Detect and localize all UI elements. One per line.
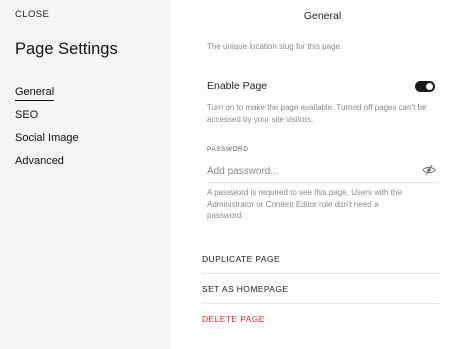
nav-item-label: Social Image [15,132,79,144]
delete-page-button[interactable]: DELETE PAGE [202,314,439,324]
nav-item-seo[interactable]: SEO [15,108,79,131]
slug-description: The unique location slug for this page. [207,42,343,51]
sidebar: CLOSE Page Settings General SEO Social I… [0,0,171,349]
enable-page-label: Enable Page [207,80,268,92]
section-header: General [303,10,342,22]
nav-item-label: General [15,85,55,101]
password-description: A password is required to see this page.… [207,188,402,220]
settings-content: General The unique location slug for thi… [171,0,474,349]
enable-page-description: Turn on to make the page available. Turn… [207,103,427,124]
divider [202,273,439,274]
enable-page-toggle[interactable] [415,81,435,92]
panel-title: Page Settings [15,40,118,58]
settings-nav: General SEO Social Image Advanced [15,85,79,177]
nav-item-general[interactable]: General [15,85,79,108]
close-button[interactable]: CLOSE [15,9,49,20]
duplicate-page-button[interactable]: DUPLICATE PAGE [202,254,439,264]
toggle-knob [426,83,433,90]
set-homepage-button[interactable]: SET AS HOMEPAGE [202,284,439,294]
eye-slash-icon[interactable] [422,164,436,176]
nav-item-label: Advanced [15,155,64,167]
divider [202,303,439,304]
nav-item-label: SEO [15,109,39,121]
password-input[interactable] [207,160,437,183]
page-settings-panel: CLOSE Page Settings General SEO Social I… [0,0,474,349]
nav-item-advanced[interactable]: Advanced [15,154,79,177]
nav-item-social-image[interactable]: Social Image [15,131,79,154]
password-label: PASSWORD [207,146,249,153]
